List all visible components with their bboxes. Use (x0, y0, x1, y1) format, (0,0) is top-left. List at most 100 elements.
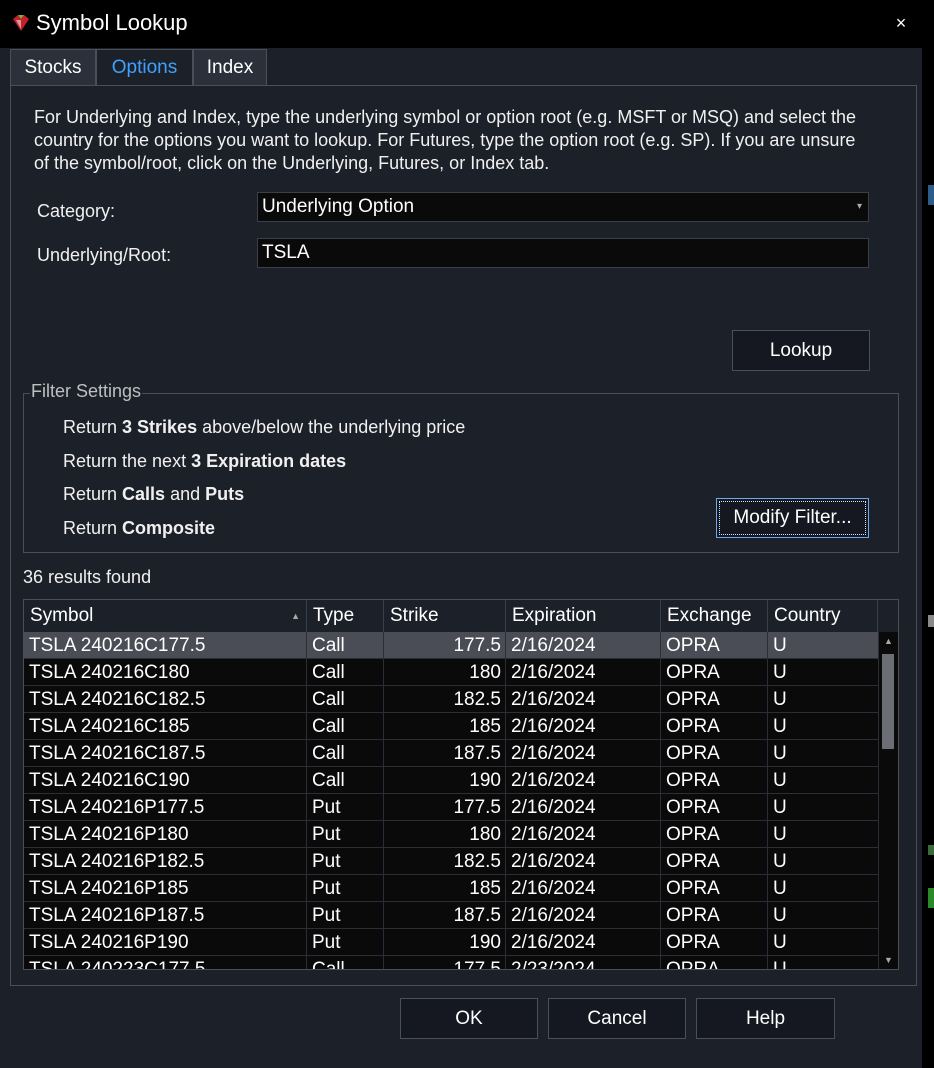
help-button[interactable]: Help (696, 998, 835, 1039)
cell-exchange: OPRA (661, 659, 768, 686)
filter-expirations-value: 3 Expiration dates (191, 451, 347, 471)
lookup-button[interactable]: Lookup (732, 330, 870, 371)
cell-type: Put (307, 902, 384, 929)
table-row[interactable]: TSLA 240216P185 Put 185 2/16/2024 OPRA U (24, 875, 879, 902)
cell-expiration: 2/16/2024 (506, 713, 661, 740)
table-row[interactable]: TSLA 240216P182.5 Put 182.5 2/16/2024 OPRA U (24, 848, 879, 875)
table-header: Symbol ▲ Type Strike Expiration Exchange… (24, 600, 898, 632)
cell-country: U (768, 740, 879, 767)
scroll-up-icon[interactable]: ▲ (879, 632, 898, 650)
cell-exchange: OPRA (661, 956, 768, 969)
cell-expiration: 2/16/2024 (506, 848, 661, 875)
cell-symbol: TSLA 240223C177.5 (24, 956, 307, 969)
column-header-label: Symbol (30, 605, 94, 626)
column-header-expiration[interactable]: Expiration (506, 600, 661, 632)
cell-symbol: TSLA 240216C182.5 (24, 686, 307, 713)
cell-country: U (768, 713, 879, 740)
table-row[interactable]: TSLA 240216C185 Call 185 2/16/2024 OPRA U (24, 713, 879, 740)
cell-exchange: OPRA (661, 740, 768, 767)
cell-type: Call (307, 740, 384, 767)
column-header-type[interactable]: Type (307, 600, 384, 632)
cell-expiration: 2/16/2024 (506, 686, 661, 713)
cell-type: Put (307, 794, 384, 821)
filter-settings-legend: Filter Settings (30, 381, 143, 402)
window-title: Symbol Lookup (36, 10, 188, 35)
cell-exchange: OPRA (661, 848, 768, 875)
cell-strike: 185 (384, 875, 506, 902)
category-label: Category: (37, 201, 116, 221)
table-row[interactable]: TSLA 240216C187.5 Call 187.5 2/16/2024 OPRA U (24, 740, 879, 767)
tab-options[interactable]: Options (96, 49, 193, 85)
close-button[interactable]: × (888, 10, 914, 36)
cell-expiration: 2/16/2024 (506, 740, 661, 767)
results-count: 36 results found (23, 567, 152, 587)
table-row[interactable]: TSLA 240216P177.5 Put 177.5 2/16/2024 OPRA U (24, 794, 879, 821)
cell-country: U (768, 659, 879, 686)
tab-index[interactable]: Index (193, 49, 267, 85)
filter-composite-value: Composite (122, 518, 216, 538)
table-row[interactable]: TSLA 240216P180 Put 180 2/16/2024 OPRA U (24, 821, 879, 848)
cell-type: Put (307, 821, 384, 848)
filter-text: Return (63, 518, 123, 538)
category-dropdown[interactable]: Underlying Option ▾ (257, 192, 869, 222)
filter-text: above/below the underlying price (197, 417, 466, 437)
cell-symbol: TSLA 240216P177.5 (24, 794, 307, 821)
vertical-scrollbar[interactable]: ▲ ▼ (879, 632, 898, 969)
tab-stocks[interactable]: Stocks (10, 49, 96, 85)
cell-expiration: 2/16/2024 (506, 632, 661, 659)
modify-filter-button[interactable]: Modify Filter... (716, 498, 869, 538)
column-header-country[interactable]: Country (768, 600, 878, 632)
results-table: Symbol ▲ Type Strike Expiration Exchange… (23, 599, 899, 970)
cell-type: Call (307, 632, 384, 659)
cell-type: Put (307, 875, 384, 902)
chevron-down-icon: ▾ (856, 201, 862, 212)
table-row[interactable]: TSLA 240223C177.5 Call 177.5 2/23/2024 OPRA U (24, 956, 879, 969)
cell-expiration: 2/16/2024 (506, 767, 661, 794)
cell-symbol: TSLA 240216C190 (24, 767, 307, 794)
cell-symbol: TSLA 240216P185 (24, 875, 307, 902)
column-header-symbol[interactable]: Symbol ▲ (24, 600, 307, 632)
cell-country: U (768, 875, 879, 902)
cell-strike: 182.5 (384, 686, 506, 713)
table-row[interactable]: TSLA 240216C182.5 Call 182.5 2/16/2024 OPRA U (24, 686, 879, 713)
cell-country: U (768, 767, 879, 794)
cell-strike: 182.5 (384, 848, 506, 875)
cell-type: Call (307, 659, 384, 686)
root-label: Underlying/Root: (37, 245, 172, 265)
cell-strike: 190 (384, 767, 506, 794)
cell-strike: 187.5 (384, 902, 506, 929)
cell-symbol: TSLA 240216P190 (24, 929, 307, 956)
cell-exchange: OPRA (661, 632, 768, 659)
scroll-down-icon[interactable]: ▼ (879, 951, 898, 969)
cell-strike: 180 (384, 659, 506, 686)
cell-expiration: 2/16/2024 (506, 821, 661, 848)
table-row[interactable]: TSLA 240216P190 Put 190 2/16/2024 OPRA U (24, 929, 879, 956)
cell-strike: 177.5 (384, 794, 506, 821)
table-row[interactable]: TSLA 240216C190 Call 190 2/16/2024 OPRA U (24, 767, 879, 794)
cell-exchange: OPRA (661, 902, 768, 929)
table-row[interactable]: TSLA 240216C177.5 Call 177.5 2/16/2024 OPRA U (24, 632, 879, 659)
scrollbar-thumb[interactable] (882, 654, 894, 749)
column-header-exchange[interactable]: Exchange (661, 600, 768, 632)
cell-expiration: 2/16/2024 (506, 875, 661, 902)
table-row[interactable]: TSLA 240216C180 Call 180 2/16/2024 OPRA U (24, 659, 879, 686)
cell-type: Put (307, 848, 384, 875)
cell-country: U (768, 632, 879, 659)
cell-type: Call (307, 767, 384, 794)
title-bar: Symbol Lookup × (0, 0, 922, 48)
cell-exchange: OPRA (661, 713, 768, 740)
cancel-button[interactable]: Cancel (548, 998, 686, 1039)
filter-exchange-line: Return Composite (63, 518, 215, 539)
cell-exchange: OPRA (661, 794, 768, 821)
column-header-strike[interactable]: Strike (384, 600, 506, 632)
cell-symbol: TSLA 240216C180 (24, 659, 307, 686)
ok-button[interactable]: OK (400, 998, 538, 1039)
table-row[interactable]: TSLA 240216P187.5 Put 187.5 2/16/2024 OPRA U (24, 902, 879, 929)
cell-symbol: TSLA 240216P187.5 (24, 902, 307, 929)
cell-strike: 180 (384, 821, 506, 848)
cell-strike: 187.5 (384, 740, 506, 767)
cell-country: U (768, 929, 879, 956)
root-input[interactable]: TSLA (257, 238, 869, 268)
filter-text: and (165, 484, 206, 504)
cell-expiration: 2/16/2024 (506, 902, 661, 929)
